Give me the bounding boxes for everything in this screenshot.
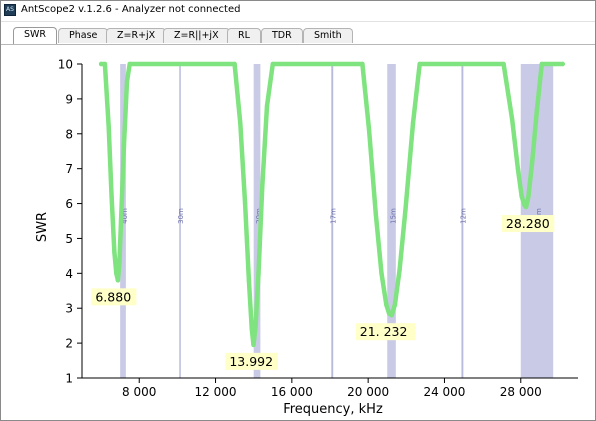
- swr-data-point: [98, 61, 104, 67]
- swr-data-point: [102, 61, 108, 67]
- swr-data-point: [526, 194, 531, 199]
- swr-data-point: [410, 121, 416, 126]
- swr-data-point: [403, 208, 408, 213]
- tab-swr[interactable]: SWR: [13, 27, 58, 44]
- swr-data-point: [360, 61, 365, 67]
- marker-label: 28.280: [506, 216, 550, 231]
- swr-data-point: [124, 79, 130, 84]
- x-tick-label: 20 000: [347, 385, 389, 399]
- band-label-17m: 17m: [329, 208, 337, 224]
- x-tick-label: 12 000: [195, 385, 237, 399]
- swr-data-point: [515, 166, 521, 171]
- swr-data-point: [510, 117, 515, 123]
- band-label-30m: 30m: [177, 208, 185, 224]
- x-tick-label: 8 000: [122, 385, 156, 399]
- y-tick-label: 4: [65, 267, 73, 281]
- swr-data-point: [523, 204, 529, 210]
- swr-data-point: [389, 313, 394, 318]
- swr-data-point: [560, 61, 565, 67]
- swr-data-point: [127, 61, 132, 67]
- swr-data-point: [117, 260, 122, 266]
- swr-data-point: [519, 194, 524, 199]
- band-label-15m: 15m: [390, 208, 398, 224]
- y-tick-label: 10: [58, 58, 73, 72]
- swr-data-point: [397, 267, 402, 272]
- swr-data-point: [109, 194, 114, 199]
- tab-tdr[interactable]: TDR: [261, 28, 303, 43]
- y-tick-label: 9: [65, 92, 73, 106]
- tab-bar: SWR Phase Z=R+jX Z=R||+jX RL TDR Smith: [1, 22, 595, 45]
- y-tick-label: 7: [65, 162, 73, 176]
- tab-z-parallel[interactable]: Z=R||+jX: [163, 28, 230, 43]
- resonance-markers: 6.880 13.992 21. 232 28.280: [91, 215, 555, 370]
- swr-data-point: [112, 250, 117, 255]
- y-axis-ticks: 1 2 3 4 5 6 7 8 9 10: [58, 58, 82, 386]
- swr-data-point: [246, 278, 252, 283]
- swr-data-point: [501, 61, 506, 67]
- band-markers: 40m30m20m17m15m12m10m: [120, 64, 554, 378]
- app-window: AS AntScope2 v.1.2.6 - Analyzer not conn…: [0, 0, 596, 421]
- swr-data-point: [379, 271, 384, 276]
- tab-z-series[interactable]: Z=R+jX: [106, 28, 167, 43]
- x-axis-label: Frequency, kHz: [283, 402, 383, 417]
- swr-data-point: [242, 201, 248, 206]
- y-tick-label: 6: [65, 197, 73, 211]
- y-tick-label: 1: [65, 372, 73, 386]
- swr-data-point: [251, 342, 256, 348]
- x-tick-label: 24 000: [423, 385, 465, 399]
- swr-data-point: [232, 61, 237, 67]
- swr-data-point: [417, 61, 422, 67]
- swr-chart[interactable]: 40m30m20m17m15m12m10m 12345678910 8 0001…: [1, 44, 595, 420]
- swr-data-point: [238, 121, 243, 126]
- y-tick-label: 3: [65, 302, 73, 316]
- y-tick-label: 8: [65, 127, 73, 141]
- y-tick-label: 2: [65, 337, 73, 351]
- swr-data-point: [106, 124, 111, 129]
- tab-phase[interactable]: Phase: [58, 28, 109, 43]
- swr-data-point: [373, 211, 378, 217]
- band-label-12m: 12m: [459, 208, 467, 224]
- swr-data-point: [264, 103, 270, 109]
- swr-data-point: [119, 211, 124, 217]
- swr-data-point: [530, 159, 535, 164]
- swr-data-point: [115, 278, 121, 283]
- title-bar: AS AntScope2 v.1.2.6 - Analyzer not conn…: [1, 1, 595, 22]
- swr-data-point: [384, 302, 389, 307]
- marker-label: 6.880: [95, 289, 131, 304]
- x-axis-ticks: 8 000 12 000 16 000 20 000 24 000 28 000: [122, 378, 542, 399]
- tab-rl[interactable]: RL: [227, 28, 261, 43]
- swr-data-point: [253, 323, 258, 328]
- swr-data-point: [539, 61, 544, 67]
- swr-data-point: [256, 271, 261, 276]
- tab-smith[interactable]: Smith: [303, 28, 353, 43]
- y-tick-label: 5: [65, 232, 73, 246]
- swr-data-point: [534, 107, 540, 112]
- marker-label: 13.992: [229, 354, 273, 369]
- swr-data-point: [249, 327, 254, 332]
- y-axis-label: SWR: [35, 212, 50, 242]
- window-title: AntScope2 v.1.2.6 - Analyzer not connect…: [21, 4, 241, 15]
- marker-label: 21. 232: [360, 324, 408, 339]
- x-tick-label: 28 000: [500, 385, 542, 399]
- swr-data-point: [366, 128, 372, 133]
- swr-data-point: [114, 271, 119, 276]
- swr-data-point: [121, 142, 127, 147]
- swr-data-point: [392, 302, 398, 307]
- app-logo-icon: AS: [4, 4, 16, 16]
- x-tick-label: 16 000: [271, 385, 313, 399]
- swr-data-point: [270, 61, 275, 67]
- swr-data-point: [260, 183, 265, 189]
